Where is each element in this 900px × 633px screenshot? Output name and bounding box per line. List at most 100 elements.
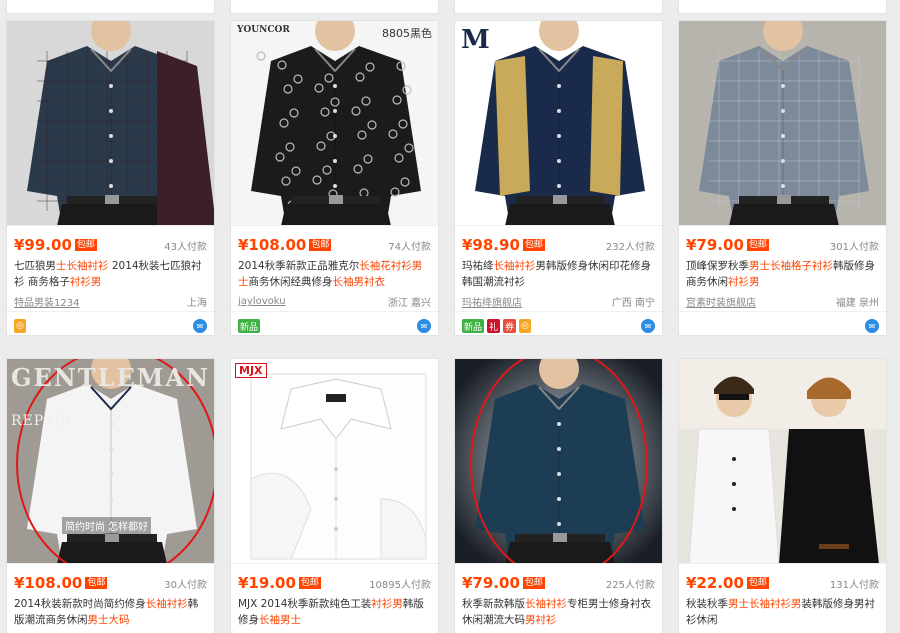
sold-count: 232人付款	[605, 241, 655, 253]
title-text: 2014秋季新款正品雅克尔	[238, 260, 360, 272]
free-shipping-badge: 包邮	[746, 577, 769, 589]
sold-count: 10895人付款	[369, 579, 431, 591]
sold-count: 301人付款	[829, 241, 879, 253]
image-slogan: 简约时尚 怎样都好	[62, 517, 152, 534]
title-text: 顶峰保罗秋季	[686, 260, 749, 272]
title-highlight: 长袖衬衫	[493, 260, 536, 272]
product-card[interactable]: GENTLEMAN REPAIR 简约时尚 怎样都好 ¥108.00 包邮 30人付款 20…	[6, 358, 215, 633]
shop-location: 福建 泉州	[835, 298, 879, 309]
price: ¥108.00	[14, 574, 83, 592]
product-card[interactable]: 8805黑色 YOUNCOR ¥108.00 包邮 74人付款 2014秋季新款正品雅克尔…	[230, 20, 439, 336]
prev-row-strip	[230, 0, 439, 14]
product-card[interactable]: MJX ¥19.00 包邮 10895人付款 MJX 2014秋季新款纯色工装衬衫男韩版…	[230, 358, 439, 633]
price-row: ¥108.00 包邮 30人付款	[7, 570, 214, 596]
title-highlight: 长袖衬衫	[525, 598, 567, 610]
wangwang-chat-icon[interactable]: ✉	[641, 319, 655, 333]
image-caption: GENTLEMAN	[11, 363, 210, 392]
shop-location: 广西 南宁	[611, 298, 655, 309]
product-card[interactable]: ¥22.00 包邮 131人付款秋装秋季男士长袖衬衫男装韩版修身男衬衫休闲	[678, 358, 887, 633]
sold-count: 74人付款	[388, 241, 431, 253]
title-highlight: 男衬衫	[525, 614, 557, 626]
price-row: ¥22.00 包邮 131人付款	[679, 570, 886, 596]
free-shipping-badge: 包邮	[522, 239, 545, 251]
title-highlight: 男士长袖衬衫男	[728, 598, 802, 610]
title-text: 七匹狼男	[14, 260, 56, 272]
wangwang-chat-icon[interactable]: ✉	[865, 319, 879, 333]
product-grid: ¥99.00 包邮 43人付款 七匹狼男士长袖衬衫 2014秋装七匹狼衬衫 商务格子衬…	[0, 0, 900, 633]
price: ¥19.00	[238, 574, 296, 592]
shop-row: 宫素时装旗舰店 福建 泉州	[679, 292, 886, 312]
price: ¥99.00	[14, 236, 72, 254]
prev-row-strip	[678, 0, 887, 14]
coupon-icon[interactable]: 券	[503, 319, 517, 333]
product-card[interactable]: ¥99.00 包邮 43人付款 七匹狼男士长袖衬衫 2014秋装七匹狼衬衫 商务格子衬…	[6, 20, 215, 336]
shop-row: 特品男装1234 上海	[7, 292, 214, 312]
sold-count: 225人付款	[605, 579, 655, 591]
price-row: ¥99.00 包邮 43人付款	[7, 232, 214, 258]
shop-row: 玛祐绛旗舰店 广西 南宁	[455, 292, 662, 312]
new-item-icon[interactable]: 新品	[238, 319, 261, 333]
title-highlight: 衬衫男	[69, 276, 102, 288]
product-card[interactable]: ¥79.00 包邮 301人付款 顶峰保罗秋季男士长袖格子衬衫韩版修身商务休闲衬衫男宫…	[678, 20, 887, 336]
product-title[interactable]: 七匹狼男士长袖衬衫 2014秋装七匹狼衬衫 商务格子衬衫男	[7, 258, 214, 292]
price-row: ¥98.90 包邮 232人付款	[455, 232, 662, 258]
brand-logo: YOUNCOR	[237, 25, 290, 35]
product-image[interactable]	[679, 359, 886, 564]
prev-row-strip	[454, 0, 663, 14]
title-text: 秋季新款韩版	[462, 598, 525, 610]
shop-location: 浙江 嘉兴	[387, 298, 431, 309]
product-title[interactable]: 2014秋季新款正品雅克尔长袖花衬衫男士商务休闲经典修身长袖男衬衣	[231, 258, 438, 292]
price: ¥98.90	[462, 236, 520, 254]
product-card[interactable]: M ¥98.90 包邮 232人付款 玛祐绛长袖衬衫男韩版修身休闲印花修身韩国潮流衬衫玛…	[454, 20, 663, 336]
product-image[interactable]: M	[455, 21, 662, 226]
sold-count: 131人付款	[829, 579, 879, 591]
shop-row: jaylovoku 浙江 嘉兴	[231, 292, 438, 312]
new-item-icon[interactable]: 新品	[462, 319, 485, 333]
gift-icon[interactable]: 礼	[487, 319, 501, 333]
title-text: 秋装秋季	[686, 598, 728, 610]
free-shipping-badge: 包邮	[522, 577, 545, 589]
free-shipping-badge: 包邮	[74, 239, 97, 251]
title-text: 商务格子	[27, 276, 70, 288]
image-caption: 8805黑色	[382, 27, 432, 40]
service-icons: 新品 ✉	[231, 312, 438, 340]
product-image[interactable]	[7, 21, 214, 226]
image-caption-secondary: REPAIR	[11, 413, 73, 429]
shop-link[interactable]: 宫素时装旗舰店	[686, 294, 756, 309]
shop-link[interactable]: 特品男装1234	[14, 294, 79, 309]
product-card[interactable]: ¥79.00 包邮 225人付款 秋季新款韩版长袖衬衫专柜男士修身衬衣休闲潮流大码男衬…	[454, 358, 663, 633]
product-title[interactable]: 秋装秋季男士长袖衬衫男装韩版修身男衬衫休闲	[679, 596, 886, 630]
title-text: 2014秋装新款时尚简约修身	[14, 598, 146, 610]
product-title[interactable]: 秋季新款韩版长袖衬衫专柜男士修身衬衣休闲潮流大码男衬衫	[455, 596, 662, 630]
price-row: ¥79.00 包邮 301人付款	[679, 232, 886, 258]
free-shipping-badge: 包邮	[85, 577, 108, 589]
product-image[interactable]: 8805黑色 YOUNCOR	[231, 21, 438, 226]
price-row: ¥19.00 包邮 10895人付款	[231, 570, 438, 596]
free-shipping-badge: 包邮	[309, 239, 332, 251]
product-title[interactable]: 顶峰保罗秋季男士长袖格子衬衫韩版修身商务休闲衬衫男	[679, 258, 886, 292]
image-caption: MJX	[235, 363, 267, 378]
free-shipping-badge: 包邮	[746, 239, 769, 251]
title-text: 商务休闲经典修身	[248, 276, 333, 288]
title-highlight: 衬衫男	[371, 598, 403, 610]
service-icons: ◎ ✉	[7, 312, 214, 340]
shop-link[interactable]: jaylovoku	[238, 296, 286, 307]
wangwang-chat-icon[interactable]: ✉	[417, 319, 431, 333]
price: ¥22.00	[686, 574, 744, 592]
shop-link[interactable]: 玛祐绛旗舰店	[462, 294, 522, 309]
product-title[interactable]: MJX 2014秋季新款纯色工装衬衫男韩版修身长袖男士	[231, 596, 438, 630]
price-row: ¥108.00 包邮 74人付款	[231, 232, 438, 258]
sold-count: 30人付款	[164, 579, 207, 591]
product-image[interactable]: GENTLEMAN REPAIR 简约时尚 怎样都好	[7, 359, 214, 564]
shop-location: 上海	[187, 298, 207, 309]
tmall-icon[interactable]: ◎	[519, 319, 531, 333]
wangwang-chat-icon[interactable]: ✉	[193, 319, 207, 333]
product-title[interactable]: 2014秋装新款时尚简约修身长袖衬衫韩版潮流商务休闲男士大码	[7, 596, 214, 630]
price: ¥79.00	[686, 236, 744, 254]
tmall-icon[interactable]: ◎	[14, 319, 26, 333]
product-title[interactable]: 玛祐绛长袖衬衫男韩版修身休闲印花修身韩国潮流衬衫	[455, 258, 662, 292]
product-image[interactable]	[679, 21, 886, 226]
product-image[interactable]	[455, 359, 662, 564]
title-highlight: 士长袖衬衫	[56, 260, 109, 272]
product-image[interactable]: MJX	[231, 359, 438, 564]
